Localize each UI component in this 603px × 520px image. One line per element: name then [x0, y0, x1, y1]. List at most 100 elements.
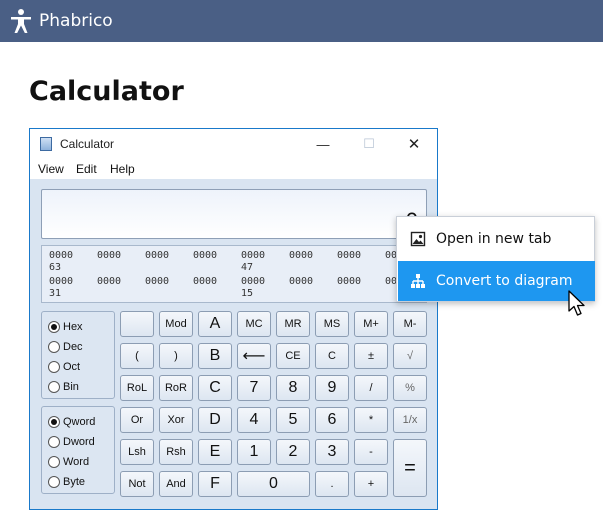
key-mr[interactable]: MR [276, 311, 310, 337]
calculator-icon [40, 137, 52, 151]
bit-group[interactable]: 0000 [289, 276, 313, 287]
menu-item-open-new-tab[interactable]: Open in new tab [398, 219, 595, 259]
key-ms[interactable]: MS [315, 311, 349, 337]
key-mod[interactable]: Mod [159, 311, 193, 337]
key-rol[interactable]: RoL [120, 375, 154, 401]
key-b[interactable]: B [198, 343, 232, 369]
radio-unselected-icon[interactable] [48, 381, 60, 393]
key-negate[interactable]: ± [354, 343, 388, 369]
bit-group[interactable]: 0000 [337, 250, 361, 261]
key-d[interactable]: D [198, 407, 232, 433]
key-add[interactable]: + [354, 471, 388, 497]
radio-dec[interactable]: Dec [48, 341, 83, 353]
bit-group[interactable]: 0000 [193, 276, 217, 287]
radio-unselected-icon[interactable] [48, 476, 60, 488]
backspace-key[interactable]: ⟵ [237, 343, 271, 369]
radio-unselected-icon[interactable] [48, 436, 60, 448]
key-divide[interactable]: / [354, 375, 388, 401]
radio-label: Qword [63, 416, 96, 428]
key-equals[interactable]: = [393, 439, 427, 497]
key-xor[interactable]: Xor [159, 407, 193, 433]
maximize-button[interactable]: ☐ [346, 129, 392, 159]
bit-group[interactable]: 0000 [49, 250, 73, 261]
bit-group[interactable]: 0000 [241, 250, 265, 261]
radio-label: Bin [63, 381, 79, 393]
radio-unselected-icon[interactable] [48, 361, 60, 373]
brand-name[interactable]: Phabrico [39, 11, 113, 31]
bit-group[interactable]: 0000 [49, 276, 73, 287]
bit-position: 63 [49, 262, 62, 273]
key-0[interactable]: 0 [237, 471, 310, 497]
radio-byte[interactable]: Byte [48, 476, 85, 488]
key-reciprocal[interactable]: 1/x [393, 407, 427, 433]
key-open-paren[interactable]: ( [120, 343, 154, 369]
bit-group[interactable]: 0000 [289, 250, 313, 261]
key-mc[interactable]: MC [237, 311, 271, 337]
minimize-button[interactable]: — [300, 129, 346, 159]
key-lsh[interactable]: Lsh [120, 439, 154, 465]
bit-group[interactable]: 0000 [337, 276, 361, 287]
key-decimal[interactable]: . [315, 471, 349, 497]
key-clear[interactable]: C [315, 343, 349, 369]
blank-key[interactable] [120, 311, 154, 337]
key-m-minus[interactable]: M- [393, 311, 427, 337]
key-7[interactable]: 7 [237, 375, 271, 401]
key-e[interactable]: E [198, 439, 232, 465]
key-2[interactable]: 2 [276, 439, 310, 465]
bit-group[interactable]: 0000 [241, 276, 265, 287]
radio-oct[interactable]: Oct [48, 361, 80, 373]
bit-group[interactable]: 0000 [193, 250, 217, 261]
radio-qword[interactable]: Qword [48, 416, 95, 428]
key-4[interactable]: 4 [237, 407, 271, 433]
key-a[interactable]: A [198, 311, 232, 337]
key-3[interactable]: 3 [315, 439, 349, 465]
menu-item-convert-to-diagram[interactable]: Convert to diagram [398, 261, 595, 301]
radio-hex[interactable]: Hex [48, 321, 83, 333]
key-subtract[interactable]: - [354, 439, 388, 465]
key-sqrt[interactable]: √ [393, 343, 427, 369]
bit-group[interactable]: 0000 [97, 276, 121, 287]
key-c-hex[interactable]: C [198, 375, 232, 401]
calculator-title: Calculator [60, 137, 115, 151]
accessibility-person-icon[interactable] [9, 8, 33, 34]
radio-selected-icon[interactable] [48, 416, 60, 428]
bit-group[interactable]: 0000 [145, 276, 169, 287]
menu-help[interactable]: Help [110, 162, 135, 176]
key-1[interactable]: 1 [237, 439, 271, 465]
key-and[interactable]: And [159, 471, 193, 497]
close-button[interactable]: ✕ [391, 129, 437, 159]
radio-dword[interactable]: Dword [48, 436, 95, 448]
radio-selected-icon[interactable] [48, 321, 60, 333]
key-6[interactable]: 6 [315, 407, 349, 433]
calculator-window: Calculator — ☐ ✕ View Edit Help 0 000 0 0… [29, 128, 438, 510]
key-close-paren[interactable]: ) [159, 343, 193, 369]
key-percent[interactable]: % [393, 375, 427, 401]
key-not[interactable]: Not [120, 471, 154, 497]
radio-label: Dword [63, 436, 95, 448]
key-or[interactable]: Or [120, 407, 154, 433]
key-f[interactable]: F [198, 471, 232, 497]
radio-bin[interactable]: Bin [48, 381, 79, 393]
menu-view[interactable]: View [38, 162, 64, 176]
menu-edit[interactable]: Edit [76, 162, 97, 176]
bit-position: 47 [241, 262, 254, 273]
word-size-radio-group: Qword Dword Word Byte [41, 406, 115, 494]
key-ror[interactable]: RoR [159, 375, 193, 401]
key-m-plus[interactable]: M+ [354, 311, 388, 337]
radio-label: Word [63, 456, 90, 468]
bit-group[interactable]: 0000 [97, 250, 121, 261]
base-radio-group: Hex Dec Oct Bin [41, 311, 115, 399]
page-title: Calculator [29, 76, 184, 107]
key-multiply[interactable]: * [354, 407, 388, 433]
radio-unselected-icon[interactable] [48, 341, 60, 353]
key-5[interactable]: 5 [276, 407, 310, 433]
key-ce[interactable]: CE [276, 343, 310, 369]
key-9[interactable]: 9 [315, 375, 349, 401]
key-rsh[interactable]: Rsh [159, 439, 193, 465]
radio-label: Dec [63, 341, 83, 353]
menu-item-label: Convert to diagram [436, 273, 573, 289]
radio-unselected-icon[interactable] [48, 456, 60, 468]
key-8[interactable]: 8 [276, 375, 310, 401]
bit-group[interactable]: 0000 [145, 250, 169, 261]
radio-word[interactable]: Word [48, 456, 89, 468]
